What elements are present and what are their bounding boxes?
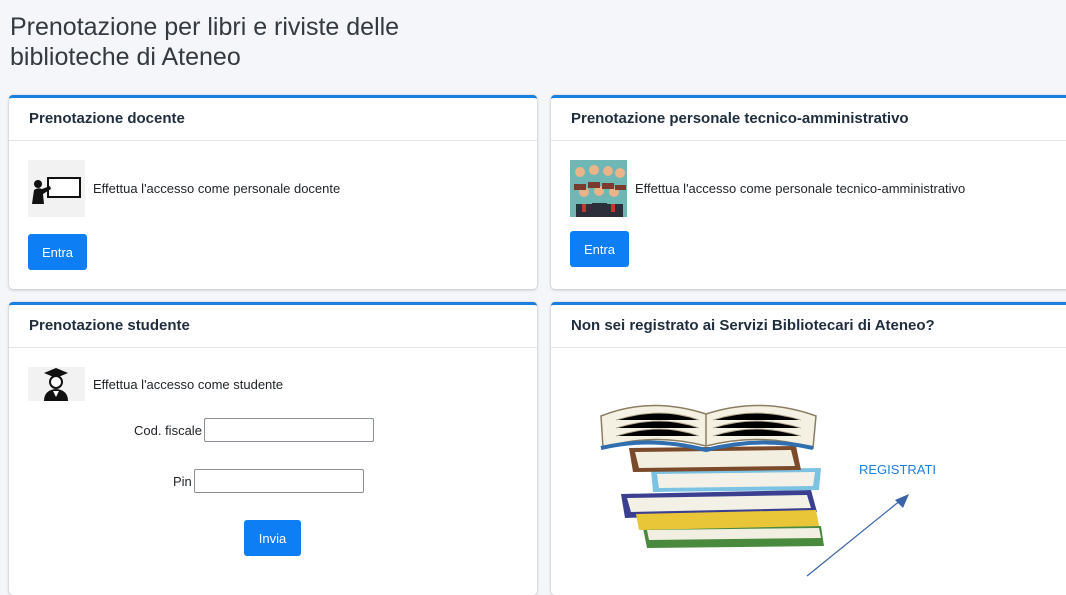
role-text-studente: Effettua l'accesso come studente [93, 376, 284, 392]
card-registrazione: Non sei registrato ai Servizi Biblioteca… [551, 302, 1066, 595]
card-header-studente: Prenotazione studente [9, 305, 537, 348]
card-header-docente: Prenotazione docente [9, 98, 537, 141]
pin-label: Pin [173, 473, 192, 489]
card-studente: Prenotazione studente Effettua l'accesso… [9, 302, 537, 595]
registrati-link[interactable]: REGISTRATI [859, 462, 936, 477]
teacher-at-board-icon [28, 160, 85, 217]
card-tecnico: Prenotazione personale tecnico-amministr… [551, 95, 1066, 289]
role-row-docente: Effettua l'accesso come personale docent… [28, 160, 340, 217]
staff-group-icon [570, 160, 627, 217]
entra-tecnico-button[interactable]: Entra [570, 231, 629, 267]
role-row-studente: Effettua l'accesso come studente [28, 367, 283, 401]
pin-row: Pin [173, 469, 364, 493]
role-text-tecnico: Effettua l'accesso come personale tecnic… [635, 181, 966, 196]
card-header-registrazione: Non sei registrato ai Servizi Biblioteca… [551, 305, 1066, 348]
codfiscale-input[interactable] [203, 418, 374, 442]
page-title: Prenotazione per libri e riviste delle b… [10, 13, 400, 71]
codfiscale-row: Cod. fiscale [134, 418, 374, 442]
role-text-docente: Effettua l'accesso come personale docent… [93, 181, 341, 196]
entra-docente-button[interactable]: Entra [28, 234, 87, 270]
invia-button[interactable]: Invia [244, 520, 301, 556]
graduate-student-icon [28, 367, 85, 401]
pin-input[interactable] [193, 469, 364, 493]
arrow-annotation [806, 494, 909, 577]
codfiscale-label: Cod. fiscale [134, 422, 202, 438]
card-docente: Prenotazione docente Effettua l'accesso … [9, 95, 537, 289]
role-row-tecnico: Effettua l'accesso come personale tecnic… [570, 160, 965, 217]
card-header-tecnico: Prenotazione personale tecnico-amministr… [551, 98, 1066, 141]
